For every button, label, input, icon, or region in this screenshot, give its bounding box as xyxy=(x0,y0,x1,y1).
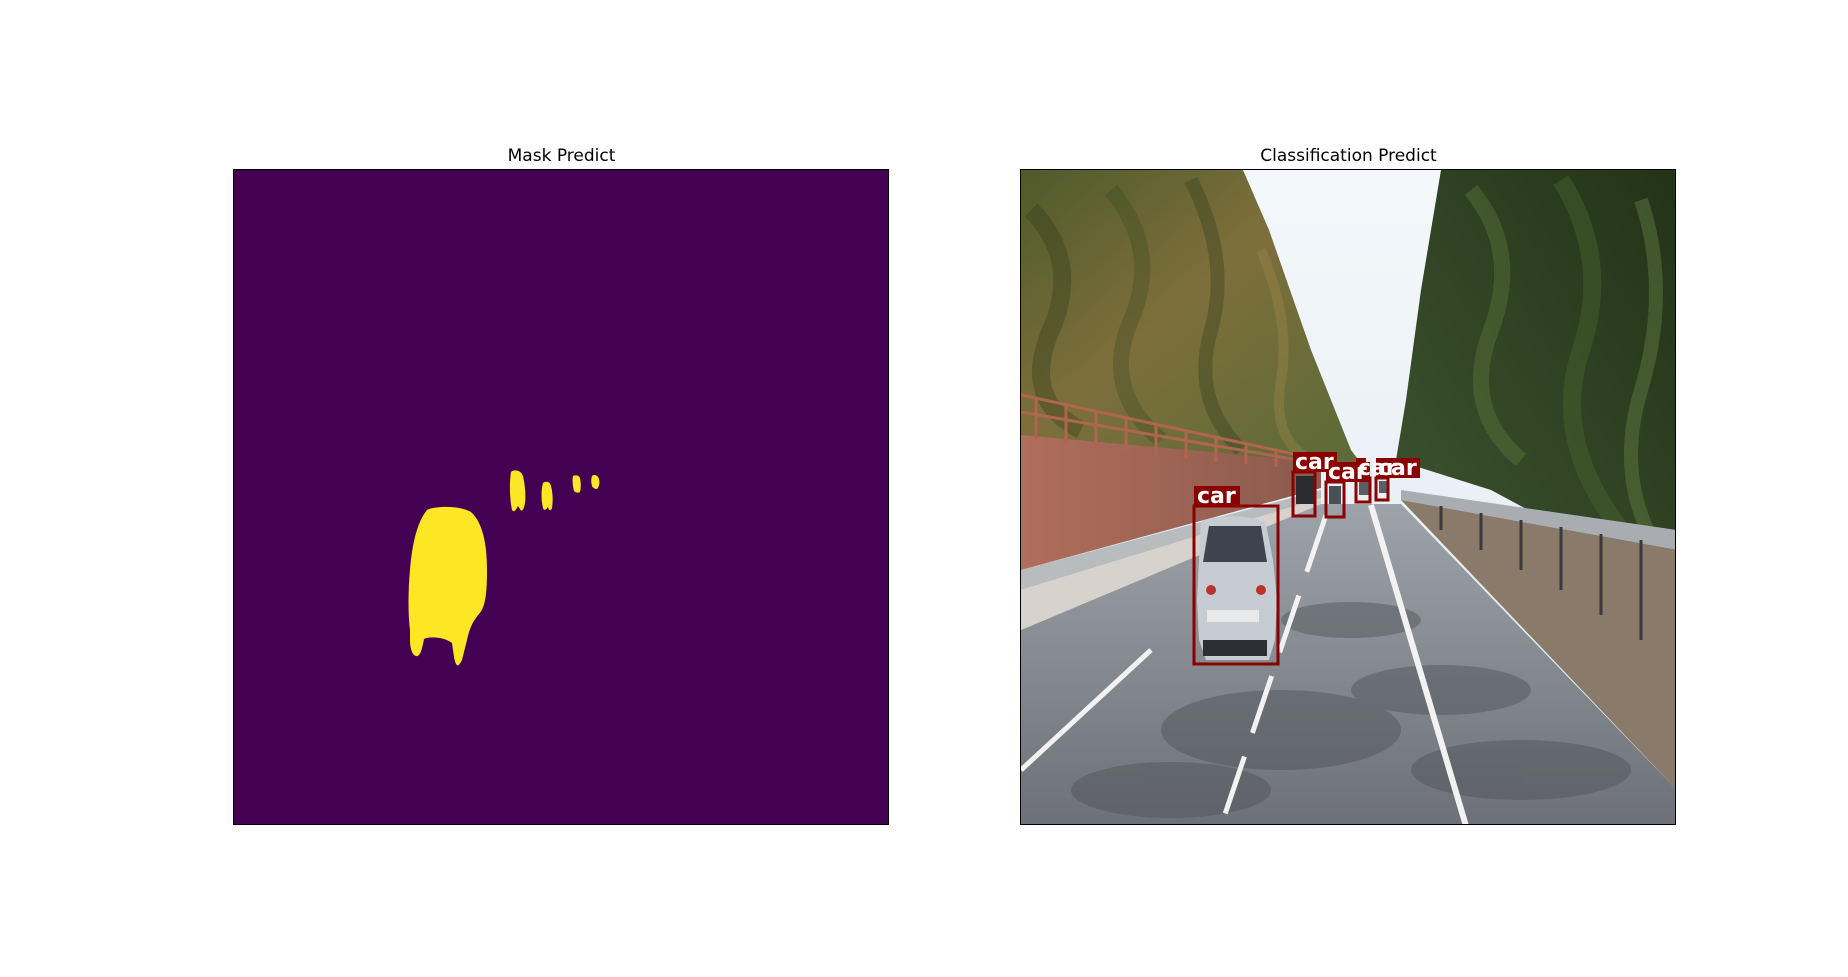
detection-label-1: car xyxy=(1197,484,1236,509)
main-car xyxy=(1197,516,1277,660)
mask-background xyxy=(234,170,888,824)
detection-label-5: car xyxy=(1378,456,1417,481)
classification-predict-title: Classification Predict xyxy=(1260,146,1437,166)
figure: Mask Predict Classification Predict car … xyxy=(0,0,1848,977)
mask-blob-car-2 xyxy=(509,470,526,512)
mask-image xyxy=(234,170,888,824)
distant-car-4 xyxy=(1379,481,1387,493)
distant-car-1 xyxy=(1296,476,1314,504)
mask-blob-car-3 xyxy=(541,481,553,511)
mask-predict-axes xyxy=(233,169,889,825)
classification-predict-axes: car car car car car xyxy=(1020,169,1676,825)
mask-predict-title: Mask Predict xyxy=(507,146,616,166)
road-scene-image: car car car car car xyxy=(1021,170,1675,824)
mask-blob-car-4 xyxy=(572,475,581,493)
distant-car-2 xyxy=(1329,486,1341,504)
